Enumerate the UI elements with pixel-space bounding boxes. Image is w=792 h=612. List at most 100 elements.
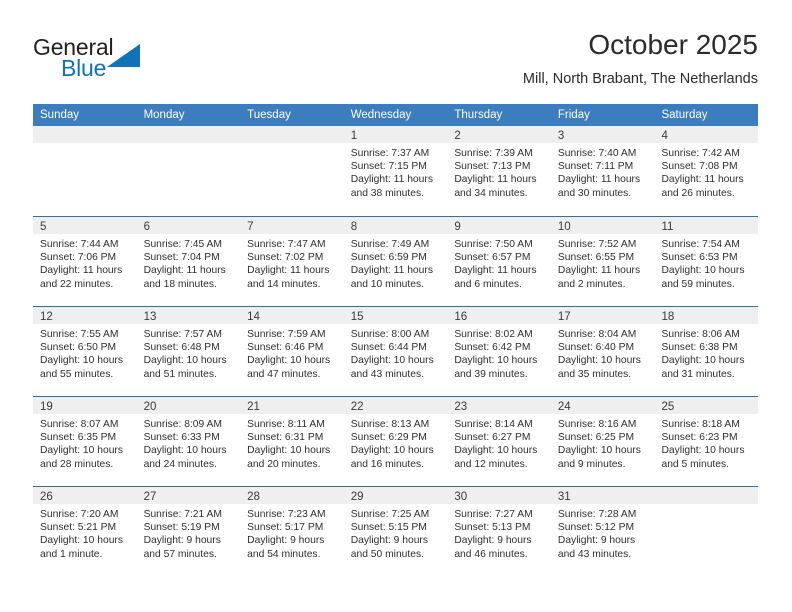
day-details: Sunrise: 7:20 AM Sunset: 5:21 PM Daylight:… xyxy=(33,504,137,561)
day-details xyxy=(240,143,344,147)
sunrise-line: Sunrise: 8:11 AM xyxy=(247,419,325,430)
calendar-day-cell[interactable]: 8 Sunrise: 7:49 AM Sunset: 6:59 PM Daylight… xyxy=(343,217,448,305)
day-number: 21 xyxy=(247,401,260,413)
day-details: Sunrise: 8:16 AM Sunset: 6:25 PM Daylight:… xyxy=(551,414,655,471)
day-details: Sunrise: 8:04 AM Sunset: 6:40 PM Daylight:… xyxy=(551,324,655,381)
day-details: Sunrise: 8:18 AM Sunset: 6:23 PM Daylight:… xyxy=(654,414,758,471)
day-details: Sunrise: 8:07 AM Sunset: 6:35 PM Daylight:… xyxy=(33,414,137,471)
sunrise-line: Sunrise: 7:21 AM xyxy=(143,509,222,520)
daylight-line-1: Daylight: 11 hours xyxy=(557,174,641,186)
day-number: 19 xyxy=(40,401,53,413)
day-number: 10 xyxy=(557,221,571,233)
calendar-day-cell[interactable]: 13 Sunrise: 7:57 AM Sunset: 6:48 PM Dayligh… xyxy=(136,307,241,395)
sunrise-line: Sunrise: 8:14 AM xyxy=(454,419,533,430)
calendar-day-cell[interactable]: 2 Sunrise: 7:39 AM Sunset: 7:13 PM Daylight… xyxy=(447,126,551,214)
calendar-day-cell[interactable]: 26 Sunrise: 7:20 AM Sunset: 5:21 PM Dayligh… xyxy=(33,487,137,575)
calendar-day-cell[interactable]: 31 Sunrise: 7:28 AM Sunset: 5:12 PM Dayligh… xyxy=(550,487,655,575)
sunset-line: Sunset: 7:04 PM xyxy=(143,252,220,264)
calendar-day-cell[interactable]: 5 Sunrise: 7:44 AM Sunset: 7:06 PM Daylight… xyxy=(33,217,137,305)
calendar-day-cell[interactable]: 23 Sunrise: 8:14 AM Sunset: 6:27 PM Dayligh… xyxy=(447,397,551,485)
calendar-day-cell[interactable]: 29 Sunrise: 7:25 AM Sunset: 5:15 PM Dayligh… xyxy=(343,487,448,575)
daylight-line-1: Daylight: 10 hours xyxy=(143,355,227,367)
calendar-day-cell[interactable]: 18 Sunrise: 8:06 AM Sunset: 6:38 PM Dayligh… xyxy=(654,307,759,395)
calendar-cell-empty xyxy=(136,126,241,214)
calendar-day-cell[interactable]: 15 Sunrise: 8:00 AM Sunset: 6:44 PM Dayligh… xyxy=(343,307,448,395)
calendar-day-cell[interactable]: 6 Sunrise: 7:45 AM Sunset: 7:04 PM Daylight… xyxy=(136,217,241,305)
day-number-band: 24 xyxy=(550,397,655,414)
sunrise-line: Sunrise: 7:47 AM xyxy=(247,239,326,250)
sunrise-line: Sunrise: 8:16 AM xyxy=(557,419,637,430)
calendar-day-cell[interactable]: 1 Sunrise: 7:37 AM Sunset: 7:15 PM Daylight… xyxy=(343,126,448,214)
sunrise-line: Sunrise: 8:13 AM xyxy=(350,419,430,430)
sunrise-line: Sunrise: 7:57 AM xyxy=(143,329,222,340)
sunset-line: Sunset: 5:12 PM xyxy=(557,522,635,534)
day-number-band xyxy=(240,126,344,143)
calendar-day-cell[interactable]: 20 Sunrise: 8:09 AM Sunset: 6:33 PM Dayligh… xyxy=(136,397,241,485)
sunset-line: Sunset: 7:13 PM xyxy=(454,161,531,173)
day-number: 11 xyxy=(661,221,674,233)
daylight-line-1: Daylight: 10 hours xyxy=(661,265,745,277)
day-details: Sunrise: 8:02 AM Sunset: 6:42 PM Daylight:… xyxy=(447,324,551,381)
calendar-week-row: 12 Sunrise: 7:55 AM Sunset: 6:50 PM Dayligh… xyxy=(33,306,759,396)
day-number-band: 6 xyxy=(136,217,241,234)
title-block: October 2025 Mill, North Brabant, The Ne… xyxy=(523,28,758,90)
day-details: Sunrise: 7:45 AM Sunset: 7:04 PM Daylight:… xyxy=(137,234,241,291)
daylight-line-2: and 54 minutes. xyxy=(247,548,321,560)
daylight-line-2: and 31 minutes. xyxy=(661,368,735,380)
weekday-header-friday: Friday xyxy=(557,109,590,121)
calendar-day-cell[interactable]: 10 Sunrise: 7:52 AM Sunset: 6:55 PM Dayligh… xyxy=(550,217,655,305)
day-number-band: 9 xyxy=(447,217,551,234)
calendar-day-cell[interactable]: 17 Sunrise: 8:04 AM Sunset: 6:40 PM Dayligh… xyxy=(550,307,655,395)
daylight-line-2: and 55 minutes. xyxy=(40,368,114,380)
daylight-line-2: and 38 minutes. xyxy=(350,187,425,199)
sunrise-line: Sunrise: 7:27 AM xyxy=(454,509,533,520)
calendar-day-cell[interactable]: 11 Sunrise: 7:54 AM Sunset: 6:53 PM Dayligh… xyxy=(654,217,759,305)
day-number-band: 17 xyxy=(550,307,655,324)
day-details: Sunrise: 7:23 AM Sunset: 5:17 PM Daylight:… xyxy=(240,504,344,561)
calendar-day-cell[interactable]: 27 Sunrise: 7:21 AM Sunset: 5:19 PM Dayligh… xyxy=(136,487,241,575)
calendar-day-cell[interactable]: 9 Sunrise: 7:50 AM Sunset: 6:57 PM Daylight… xyxy=(447,217,551,305)
calendar-cell-empty xyxy=(33,126,137,214)
calendar-day-cell[interactable]: 30 Sunrise: 7:27 AM Sunset: 5:13 PM Dayligh… xyxy=(447,487,551,575)
calendar-day-cell[interactable]: 4 Sunrise: 7:42 AM Sunset: 7:08 PM Daylight… xyxy=(654,126,759,214)
calendar-day-cell[interactable]: 12 Sunrise: 7:55 AM Sunset: 6:50 PM Dayligh… xyxy=(33,307,137,395)
calendar-day-cell[interactable]: 28 Sunrise: 7:23 AM Sunset: 5:17 PM Dayligh… xyxy=(240,487,344,575)
day-details: Sunrise: 7:25 AM Sunset: 5:15 PM Daylight:… xyxy=(344,504,448,561)
sunrise-line: Sunrise: 7:37 AM xyxy=(350,148,430,159)
daylight-line-1: Daylight: 11 hours xyxy=(661,174,744,186)
page-subtitle: Mill, North Brabant, The Netherlands xyxy=(522,71,758,87)
calendar-cell-empty xyxy=(654,487,759,575)
day-number-band: 7 xyxy=(240,217,344,234)
sunset-line: Sunset: 6:57 PM xyxy=(454,252,531,264)
weekday-header-saturday: Saturday xyxy=(661,109,708,121)
daylight-line-2: and 1 minute. xyxy=(40,548,103,560)
calendar-day-cell[interactable]: 7 Sunrise: 7:47 AM Sunset: 7:02 PM Daylight… xyxy=(240,217,344,305)
day-number-band: 30 xyxy=(447,487,551,504)
calendar-day-cell[interactable]: 25 Sunrise: 8:18 AM Sunset: 6:23 PM Dayligh… xyxy=(654,397,759,485)
daylight-line-1: Daylight: 10 hours xyxy=(247,445,331,457)
sunset-line: Sunset: 6:42 PM xyxy=(454,342,531,354)
calendar-day-cell[interactable]: 3 Sunrise: 7:40 AM Sunset: 7:11 PM Daylight… xyxy=(550,126,655,214)
calendar-day-cell[interactable]: 21 Sunrise: 8:11 AM Sunset: 6:31 PM Dayligh… xyxy=(240,397,344,485)
general-blue-logo[interactable]: General Blue xyxy=(33,34,163,90)
calendar-day-cell[interactable]: 24 Sunrise: 8:16 AM Sunset: 6:25 PM Dayligh… xyxy=(550,397,655,485)
day-number-band: 29 xyxy=(343,487,448,504)
calendar-day-cell[interactable]: 22 Sunrise: 8:13 AM Sunset: 6:29 PM Dayligh… xyxy=(343,397,448,485)
day-number: 4 xyxy=(661,130,668,142)
sunset-line: Sunset: 7:02 PM xyxy=(247,252,324,264)
day-details: Sunrise: 7:55 AM Sunset: 6:50 PM Daylight:… xyxy=(33,324,137,381)
calendar-day-cell[interactable]: 14 Sunrise: 7:59 AM Sunset: 6:46 PM Dayligh… xyxy=(240,307,344,395)
day-details: Sunrise: 7:39 AM Sunset: 7:13 PM Daylight:… xyxy=(447,143,551,200)
day-details: Sunrise: 8:14 AM Sunset: 6:27 PM Daylight:… xyxy=(447,414,551,471)
daylight-line-1: Daylight: 11 hours xyxy=(40,265,123,277)
day-number: 24 xyxy=(557,401,571,413)
day-details: Sunrise: 7:27 AM Sunset: 5:13 PM Daylight:… xyxy=(447,504,551,561)
calendar-day-cell[interactable]: 19 Sunrise: 8:07 AM Sunset: 6:35 PM Dayligh… xyxy=(33,397,137,485)
day-number: 16 xyxy=(454,311,468,323)
sunset-line: Sunset: 7:06 PM xyxy=(40,252,117,264)
day-number-band: 22 xyxy=(343,397,448,414)
daylight-line-1: Daylight: 11 hours xyxy=(247,265,330,277)
calendar-week-row: 26 Sunrise: 7:20 AM Sunset: 5:21 PM Dayligh… xyxy=(33,486,759,576)
calendar-day-cell[interactable]: 16 Sunrise: 8:02 AM Sunset: 6:42 PM Dayligh… xyxy=(447,307,551,395)
daylight-line-2: and 34 minutes. xyxy=(454,187,528,199)
